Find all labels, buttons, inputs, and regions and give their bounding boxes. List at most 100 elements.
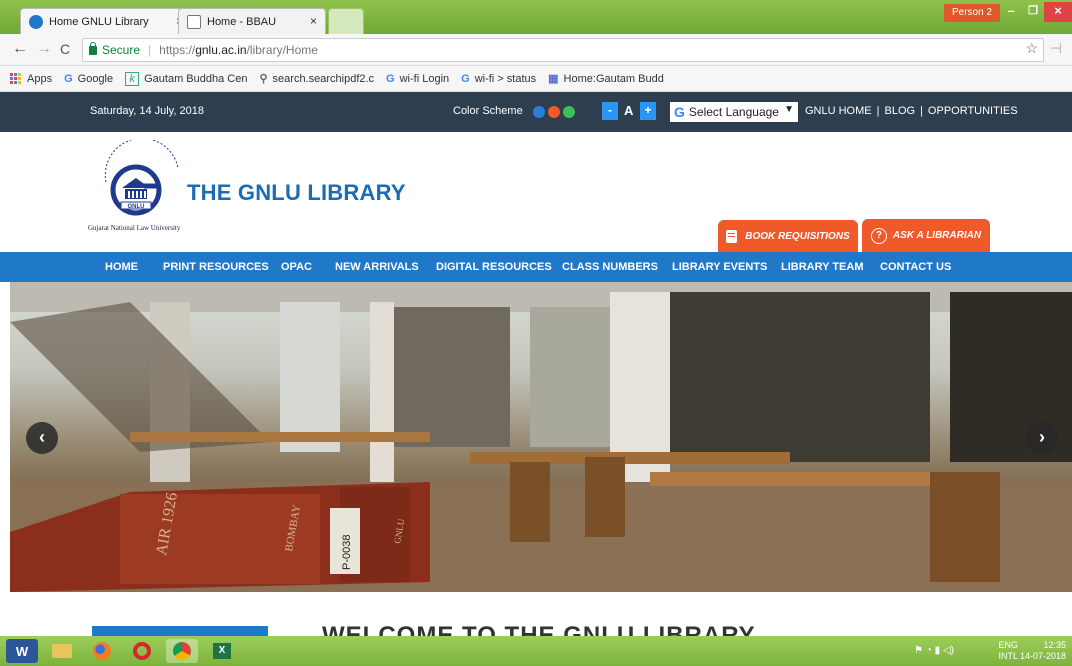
apps-grid-icon [10,72,22,85]
address-bar: ← → C Secure | https://gnlu.ac.in/librar… [0,34,1072,66]
google-g-icon: G [64,72,73,85]
forward-icon[interactable]: → [36,40,52,58]
url-input[interactable]: Secure | https://gnlu.ac.in/library/Home [82,38,1044,62]
bookmark-label: search.searchipdf2.c [272,72,375,85]
nav-home[interactable]: HOME [105,261,138,273]
firefox-icon[interactable] [86,639,118,663]
input-language-indicator[interactable]: ENG INTL [998,640,1018,662]
profile-button[interactable]: Person 2 [943,4,1000,22]
opera-icon[interactable] [126,639,158,663]
nav-class-numbers[interactable]: CLASS NUMBERS [562,261,658,273]
windows-taskbar: W X ENG INTL 12:35 14-07-2018 ⚑ ◔ ▮ ◁) [0,636,1072,666]
slider-prev-button[interactable]: ‹ [26,422,58,454]
chrome-icon[interactable] [166,639,198,663]
font-reset-button[interactable]: A [624,103,633,118]
lock-icon [89,41,97,55]
book-requisitions-button[interactable]: BOOK REQUISITIONS [718,220,858,252]
gnlu-home-link[interactable]: GNLU HOME [805,105,872,117]
top-links: GNLU HOME | BLOG | OPPORTUNITIES [805,105,1018,117]
reload-icon[interactable]: C [60,41,70,57]
google-translate-icon: G [674,104,685,120]
bookmark-wifi-login[interactable]: G wi-fi Login [386,73,449,85]
bookmark-searchipdf[interactable]: ⚲ search.searchipdf2.c [259,72,375,86]
tab-title: Home - BBAU [207,15,277,28]
word-icon[interactable]: W [6,639,38,663]
opportunities-link[interactable]: OPPORTUNITIES [928,105,1018,117]
nav-library-events[interactable]: LIBRARY EVENTS [672,261,767,273]
extension-icon[interactable]: ⊣ [1050,40,1062,57]
maximize-icon[interactable]: ❐ [1022,2,1044,22]
nav-digital-resources[interactable]: DIGITAL RESOURCES [436,261,552,273]
book-requisitions-label: BOOK REQUISITIONS [745,230,850,242]
site-icon: ▦ [548,73,559,85]
file-explorer-icon[interactable] [46,639,78,663]
link-separator: | [920,105,923,117]
color-scheme-label: Color Scheme [453,105,523,117]
language-code: ENG [998,640,1018,650]
bookmark-home-gautam-buddha[interactable]: ▦ Home:Gautam Budd [548,72,664,86]
browser-tab-bar: Home GNLU Library × Home - BBAU × Person… [0,0,1072,34]
site-title[interactable]: THE GNLU LIBRARY [187,180,406,206]
bookmark-star-icon[interactable]: ☆ [1025,40,1038,57]
google-g-icon: G [386,72,395,85]
bookmarks-bar: Apps G Google k Gautam Buddha Cen ⚲ sear… [0,66,1072,92]
site-header: GNLU Gujarat National Law University THE… [0,132,1072,252]
close-window-icon[interactable]: × [1044,2,1072,22]
url-host: gnlu.ac.in [195,43,247,57]
tab-home-bbau[interactable]: Home - BBAU × [178,8,326,34]
slider-next-button[interactable]: › [1026,422,1058,454]
book-spine-text-3: P-0038 [341,535,353,570]
select-language-label: Select Language [688,105,779,119]
welcome-section: WELCOME TO THE GNLU LIBRARY [0,592,1072,649]
url-path: /library/Home [246,43,318,57]
font-decrease-button[interactable]: - [602,102,618,120]
nav-print-resources[interactable]: PRINT RESOURCES [163,261,269,273]
document-icon [187,14,201,29]
tab-home-gnlu-library[interactable]: Home GNLU Library × [20,8,192,34]
bookmark-wifi-status[interactable]: G wi-fi > status [461,73,536,85]
select-language-dropdown[interactable]: G Select Language ▼ [670,102,798,122]
nav-new-arrivals[interactable]: NEW ARRIVALS [335,261,419,273]
tab-title: Home GNLU Library [49,15,149,28]
hero-slider: AIR 1926 BOMBAY P-0038 GNLU ‹ › [10,282,1072,592]
new-tab-button[interactable] [328,8,364,34]
nav-opac[interactable]: OPAC [281,261,312,273]
bookmark-google[interactable]: G Google [64,73,113,85]
scheme-green-button[interactable] [563,106,575,118]
bookmark-label: Gautam Buddha Cen [144,72,248,85]
bookmark-label: wi-fi Login [399,72,450,85]
url-prefix: https:// [159,43,196,57]
bookmark-label: Home:Gautam Budd [563,72,664,85]
current-date: Saturday, 14 July, 2018 [90,105,204,117]
scheme-orange-button[interactable] [548,106,560,118]
google-g-icon: G [461,72,470,85]
blog-link[interactable]: BLOG [884,105,915,117]
scheme-blue-button[interactable] [533,106,545,118]
tray-icons[interactable]: ⚑ ◔ ▮ ◁) [914,645,954,656]
dropdown-caret-icon: ▼ [784,104,794,115]
font-increase-button[interactable]: + [640,102,656,120]
bookmark-apps[interactable]: Apps [10,72,53,85]
bookmark-label: Apps [27,72,53,85]
back-icon[interactable]: ← [12,40,28,58]
system-clock[interactable]: 12:35 14-07-2018 [1020,640,1066,662]
ask-a-librarian-label: ASK A LIBRARIAN [892,230,982,241]
book-icon [726,229,738,243]
utility-bar: Saturday, 14 July, 2018 Color Scheme - A… [0,92,1072,132]
nav-contact-us[interactable]: CONTACT US [880,261,951,273]
secure-label: Secure [102,43,141,57]
secure-indicator: Secure [89,41,141,57]
ask-a-librarian-button[interactable]: ? ASK A LIBRARIAN [862,219,990,252]
logo-text: GNLU [128,204,145,210]
excel-icon[interactable]: X [206,639,238,663]
bookmark-gautam-buddha[interactable]: k Gautam Buddha Cen [125,71,248,86]
library-reading-room-image: AIR 1926 BOMBAY P-0038 GNLU [10,282,1072,592]
clock-date: 14-07-2018 [1019,651,1066,661]
minimize-icon[interactable]: – [1000,2,1022,22]
site-favicon-icon [29,14,43,29]
tab-close-icon[interactable]: × [310,14,317,28]
url-separator: | [148,43,152,57]
nav-library-team[interactable]: LIBRARY TEAM [781,261,864,273]
k-icon: k [125,71,140,86]
question-icon: ? [870,227,887,244]
